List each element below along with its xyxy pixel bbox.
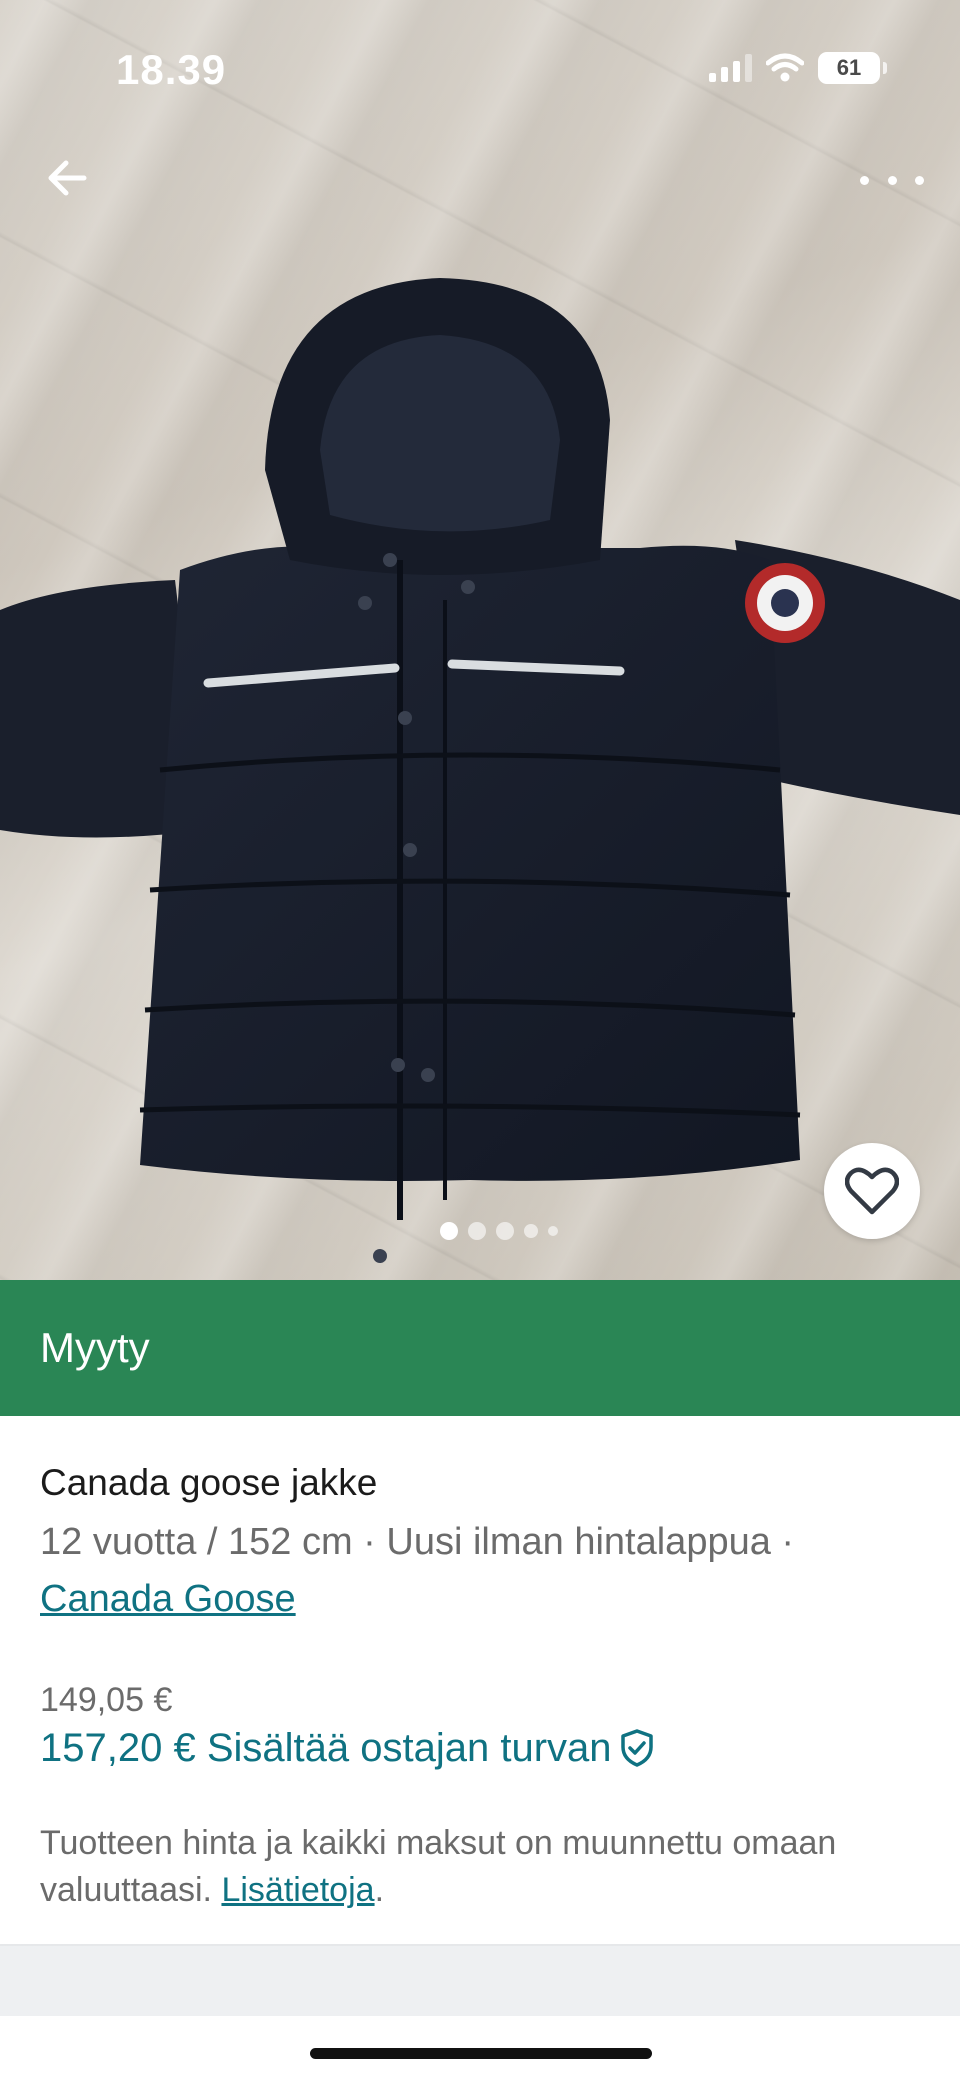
status-icons: 61	[709, 52, 887, 84]
currency-note-end: .	[374, 1871, 385, 1909]
shield-check-icon	[620, 1729, 653, 1767]
heart-icon	[845, 1167, 899, 1215]
home-indicator[interactable]	[310, 2048, 652, 2059]
currency-note: Tuotteen hinta ja kaikki maksut on muunn…	[40, 1820, 920, 1914]
brand-link[interactable]: Canada Goose	[40, 1578, 296, 1620]
sold-banner: Myyty	[0, 1280, 960, 1416]
more-options-icon	[860, 175, 869, 185]
total-price-text: 157,20 € Sisältää ostajan turvan	[40, 1726, 612, 1770]
back-button[interactable]	[40, 150, 96, 206]
back-arrow-icon	[48, 160, 87, 196]
signal-icon	[709, 54, 752, 82]
item-meta-text: 12 vuotta / 152 cm · Uusi ilman hintalap…	[40, 1521, 795, 1563]
item-meta: 12 vuotta / 152 cm · Uusi ilman hintalap…	[40, 1514, 920, 1628]
carousel-indicator	[440, 1222, 558, 1240]
battery-icon: 61	[818, 52, 887, 84]
bottom-section	[0, 1946, 960, 2016]
item-price: 149,05 €	[40, 1681, 173, 1719]
more-options-button[interactable]	[860, 165, 924, 195]
status-time: 18.39	[116, 46, 227, 93]
jacket-photo	[0, 278, 960, 1263]
wifi-icon	[766, 53, 804, 82]
more-info-link[interactable]: Lisätietoja	[221, 1871, 374, 1909]
favorite-button[interactable]	[824, 1143, 920, 1239]
product-image[interactable]: 18.39 61	[0, 0, 960, 1280]
currency-note-text: Tuotteen hinta ja kaikki maksut on muunn…	[40, 1824, 837, 1909]
item-title: Canada goose jakke	[40, 1462, 378, 1503]
sold-label: Myyty	[40, 1324, 150, 1371]
buyer-protection-price[interactable]: 157,20 € Sisältää ostajan turvan	[40, 1722, 920, 1774]
item-details: Canada goose jakke 12 vuotta / 152 cm · …	[40, 1460, 920, 1914]
